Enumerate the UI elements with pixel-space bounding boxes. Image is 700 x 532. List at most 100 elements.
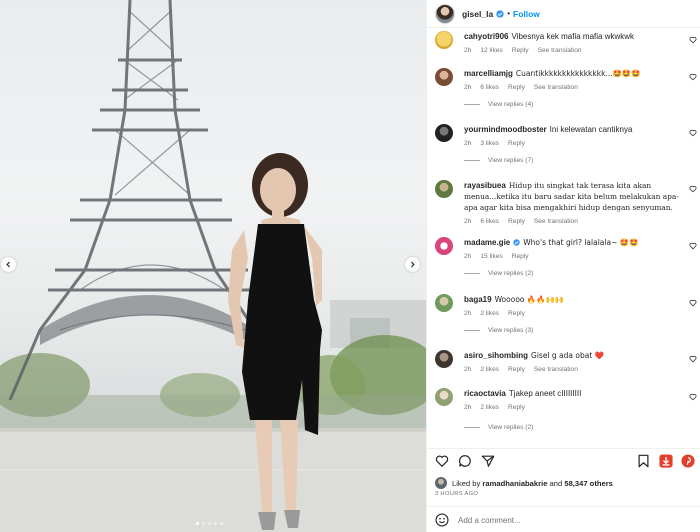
add-comment-input[interactable] [458,515,638,525]
comment-reply-button[interactable]: Reply [508,366,525,373]
comment-text: Cuantikkkkkkkkkkkkkkk...🤩🤩🤩 [515,69,641,78]
commenter-avatar[interactable] [435,294,453,312]
comment-username[interactable]: rayasibuea [464,181,506,190]
commenter-avatar[interactable] [435,388,453,406]
view-replies-label: View replies (3) [488,327,534,334]
heart-icon[interactable] [689,73,697,81]
verified-icon [496,9,504,18]
comment-username[interactable]: asiro_sihombing [464,351,528,360]
eiffel-scene-image [0,0,426,532]
view-replies-label: View replies (2) [488,270,534,277]
post-header: gisel_la • Follow [427,0,700,28]
comment-text: Wooooo 🔥🔥🙌🙌 [494,295,565,304]
post-actions: Liked by ramadhaniabakrie and 58,347 oth… [427,448,700,532]
comments-list[interactable]: cahyotri906 Vibesnya kek mafia mafia wkwk… [427,28,700,448]
post-side-panel: gisel_la • Follow cahyotri906 Vibesnya ke… [426,0,700,532]
heart-icon[interactable] [689,185,697,193]
comment-likes[interactable]: 2 likes [480,366,499,373]
comment-likes[interactable]: 12 likes [480,47,502,54]
comment-time: 2h [464,366,472,373]
liker-username[interactable]: ramadhaniabakrie [482,479,547,488]
view-replies-button[interactable]: View replies (3) [464,327,533,334]
comment-username[interactable]: ricaoctavia [464,389,506,398]
see-translation-link[interactable]: See translation [534,218,578,225]
comment-reply-button[interactable]: Reply [508,84,525,91]
heart-icon[interactable] [689,393,697,401]
verified-icon [513,239,520,246]
commenter-avatar[interactable] [435,68,453,86]
carousel-dot [202,522,205,525]
comment-likes[interactable]: 15 likes [480,253,502,260]
commenter-avatar[interactable] [435,180,453,198]
comment-text: Ini kelewatan cantiknya [549,125,633,134]
add-comment-row [427,506,700,532]
comment-time: 2h [464,310,472,317]
comment-time: 2h [464,84,472,91]
comment-likes[interactable]: 6 likes [480,218,499,225]
commenter-avatar[interactable] [435,31,453,49]
see-translation-link[interactable]: See translation [534,84,578,91]
commenter-avatar[interactable] [435,124,453,142]
chevron-left-icon [6,261,10,268]
view-replies-button[interactable]: View replies (4) [464,101,533,108]
comment-icon[interactable] [458,454,472,468]
download-icon[interactable] [659,454,673,468]
heart-icon[interactable] [689,242,697,250]
comment-username[interactable]: cahyotri906 [464,32,508,41]
commenter-avatar[interactable] [435,350,453,368]
comment-username[interactable]: yourmindmoodboster [464,125,547,134]
view-replies-button[interactable]: View replies (2) [464,424,533,431]
comment-time: 2h [464,404,472,411]
comment-reply-button[interactable]: Reply [508,218,525,225]
post-timestamp: 3 HOURS AGO [435,491,479,497]
comment-time: 2h [464,253,472,260]
heart-icon[interactable] [435,454,449,468]
view-replies-label: View replies (4) [488,101,534,108]
comment-text: Who's that girl? lalalala~ 🤩🤩 [523,238,639,247]
comment-reply-button[interactable]: Reply [512,47,529,54]
heart-icon[interactable] [689,129,697,137]
author-username[interactable]: gisel_la [462,9,493,19]
view-replies-button[interactable]: View replies (2) [464,270,533,277]
post-photo[interactable] [0,0,426,532]
pinterest-icon[interactable] [681,454,695,468]
comment-likes[interactable]: 3 likes [480,140,499,147]
bookmark-icon[interactable] [637,454,650,468]
comment-username[interactable]: marcelliamjg [464,69,513,78]
comment-likes[interactable]: 6 likes [480,84,499,91]
header-separator: • [507,9,510,18]
carousel-dot [220,522,223,525]
view-replies-label: View replies (7) [488,157,534,164]
action-icons-row [435,454,695,470]
carousel-next-button[interactable] [405,257,420,272]
heart-icon[interactable] [689,299,697,307]
comment-text: Gisel g ada obat ❤️ [531,351,604,360]
comment-likes[interactable]: 2 likes [480,310,499,317]
comment-reply-button[interactable]: Reply [512,253,529,260]
comment-reply-button[interactable]: Reply [508,310,525,317]
author-avatar[interactable] [435,3,455,24]
liker-avatar[interactable] [435,477,447,489]
share-icon[interactable] [481,454,495,468]
see-translation-link[interactable]: See translation [538,47,582,54]
comment-reply-button[interactable]: Reply [508,140,525,147]
see-translation-link[interactable]: See translation [534,366,578,373]
commenter-avatar[interactable] [435,237,453,255]
follow-button[interactable]: Follow [513,9,540,19]
heart-icon[interactable] [689,36,697,44]
heart-icon[interactable] [689,355,697,363]
comment-likes[interactable]: 2 likes [480,404,499,411]
comment-time: 2h [464,140,472,147]
comment-time: 2h [464,47,472,54]
carousel-prev-button[interactable] [1,257,16,272]
comment-username[interactable]: baga19 [464,295,492,304]
chevron-right-icon [411,261,415,268]
comment-reply-button[interactable]: Reply [508,404,525,411]
likes-count[interactable]: 58,347 others [564,479,613,488]
likes-summary: Liked by ramadhaniabakrie and 58,347 oth… [435,477,613,489]
emoji-icon[interactable] [435,513,449,527]
carousel-dot [196,522,199,525]
view-replies-button[interactable]: View replies (7) [464,157,533,164]
comment-username[interactable]: madame.gie [464,238,510,247]
comment-time: 2h [464,218,472,225]
